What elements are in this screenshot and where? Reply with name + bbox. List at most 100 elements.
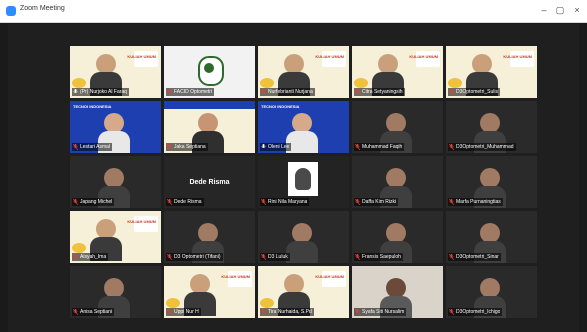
participant-tile[interactable]: KULIAH UMUM Aisyah_Ima [70, 211, 161, 263]
participant-name: Citra Setyaningsih [362, 89, 403, 95]
participant-name-bar: FACID Optometri [166, 88, 215, 96]
participant-name-bar: D3 Optometri (Tifani) [166, 253, 223, 261]
participant-tile[interactable]: KULIAH UMUM Tira Nurhaida, S.Pd [258, 266, 349, 318]
participant-tile[interactable]: Anisa Septiani [70, 266, 161, 318]
video-gallery: KULIAH UMUM (Pr) Nurjoko Al Faraq FACID … [8, 24, 579, 332]
participant-name-bar: D3 Luluk [260, 253, 290, 261]
participant-name: Lestari Asmal [80, 144, 111, 150]
mic-muted-icon [355, 89, 360, 95]
participant-tile[interactable]: D3Optometri_Ichigo [446, 266, 537, 318]
participant-name: Muhammad Faqih [362, 144, 403, 150]
mic-muted-icon [261, 254, 266, 260]
participant-name: FACID Optometri [174, 89, 213, 95]
participant-tile[interactable]: D3 Optometri (Tifani) [164, 211, 255, 263]
participant-name: D3Optometri_Muhammad [456, 144, 514, 150]
participant-name-bar: Anisa Septiani [72, 308, 114, 316]
participant-name-bar: Oleni Lee [260, 143, 292, 151]
participant-name-bar: D3Optometri_Ichigo [448, 308, 503, 316]
participant-name: Japang Michel [80, 199, 113, 205]
participant-name-bar: Citra Setyaningsih [354, 88, 405, 96]
participant-name-bar: (Pr) Nurjoko Al Faraq [72, 88, 129, 96]
mic-muted-icon [355, 254, 360, 260]
participant-tile[interactable]: KULIAH UMUM D3Optometri_Sulis [446, 46, 537, 98]
participant-name: Fransis Saepuloh [362, 254, 401, 260]
participant-name: Nurfebrianti Nurjana [268, 89, 313, 95]
participant-tile[interactable]: D3Optometri_Muhammad [446, 101, 537, 153]
participant-tile[interactable]: Dede Risma Dede Risma [164, 156, 255, 208]
participant-name: D3Optometri_Sulis [456, 89, 498, 95]
participant-name-bar: Japang Michel [72, 198, 115, 206]
participant-tile[interactable]: Marfa Purnaningtias [446, 156, 537, 208]
mic-muted-icon [355, 144, 360, 150]
mic-muted-icon [167, 309, 172, 315]
participant-tile[interactable]: TECNOI INDONESIA Lestari Asmal [70, 101, 161, 153]
participant-tile[interactable]: FACID Optometri [164, 46, 255, 98]
participant-name: Jaka Septiana [174, 144, 206, 150]
maximize-icon[interactable]: ▢ [553, 3, 567, 17]
banner-text: KULIAH UMUM [315, 274, 344, 279]
participant-name-bar: Tira Nurhaida, S.Pd [260, 308, 314, 316]
participant-name-bar: Rini Nila Maryana [260, 198, 310, 206]
mic-muted-icon [73, 199, 78, 205]
close-icon[interactable]: × [570, 3, 584, 17]
participant-tile[interactable]: Muhammad Faqih [352, 101, 443, 153]
mic-muted-icon [73, 309, 78, 315]
participant-name: Rini Nila Maryana [268, 199, 308, 205]
banner-text: KULIAH UMUM [127, 219, 156, 224]
mic-muted-icon [355, 309, 360, 315]
mic-muted-icon [261, 199, 266, 205]
banner-text: TECNOI INDONESIA [261, 104, 300, 109]
participant-name-bar: Daffa Kim Rizki [354, 198, 399, 206]
banner-text: KULIAH UMUM [127, 54, 156, 59]
minimize-icon[interactable]: – [537, 3, 551, 17]
participant-tile[interactable]: KULIAH UMUM Citra Setyaningsih [352, 46, 443, 98]
banner-text: KULIAH UMUM [409, 54, 438, 59]
participant-name-bar: D3Optometri_Muhammad [448, 143, 516, 151]
window-titlebar: Zoom Meeting – ▢ × [0, 0, 587, 23]
banner-text: TECNOI INDONESIA [73, 104, 112, 109]
participant-name: D3Optometri_Sinar [456, 254, 499, 260]
participant-tile[interactable]: Jaka Septiana [164, 101, 255, 153]
participant-name: Tira Nurhaida, S.Pd [268, 309, 312, 315]
mic-muted-icon [167, 254, 172, 260]
participant-name: Marfa Purnaningtias [456, 199, 501, 205]
mic-muted-icon [167, 199, 172, 205]
participant-tile[interactable]: TECNOI INDONESIA Oleni Lee [258, 101, 349, 153]
mic-muted-icon [449, 309, 454, 315]
window-title: Zoom Meeting [20, 5, 65, 12]
participant-name: Dede Risma [174, 199, 202, 205]
mic-muted-icon [73, 144, 78, 150]
participant-name: Aisyah_Ima [80, 254, 107, 260]
mic-muted-icon [73, 254, 78, 260]
mic-muted-icon [167, 89, 172, 95]
participant-tile[interactable]: Syafa Siti Nursalim [352, 266, 443, 318]
participant-name-bar: Syafa Siti Nursalim [354, 308, 407, 316]
participant-name-bar: D3Optometri_Sulis [448, 88, 500, 96]
participant-name-bar: Aisyah_Ima [72, 253, 109, 261]
participant-tile[interactable]: KULIAH UMUM Uppi Nur H [164, 266, 255, 318]
participant-name: Syafa Siti Nursalim [362, 309, 405, 315]
participant-name: Anisa Septiani [80, 309, 112, 315]
mic-muted-icon [355, 199, 360, 205]
mic-muted-icon [167, 144, 172, 150]
participant-name: D3Optometri_Ichigo [456, 309, 501, 315]
participant-tile[interactable]: Rini Nila Maryana [258, 156, 349, 208]
participant-tile[interactable]: D3Optometri_Sinar [446, 211, 537, 263]
participant-tile[interactable]: KULIAH UMUM Nurfebrianti Nurjana [258, 46, 349, 98]
participant-name-bar: Jaka Septiana [166, 143, 208, 151]
participant-tile[interactable]: KULIAH UMUM (Pr) Nurjoko Al Faraq [70, 46, 161, 98]
mic-muted-icon [449, 89, 454, 95]
participant-name-bar: Muhammad Faqih [354, 143, 405, 151]
mic-muted-icon [449, 199, 454, 205]
mic-icon [261, 144, 266, 150]
participant-name: D3 Luluk [268, 254, 288, 260]
mic-icon [73, 89, 78, 95]
participant-name: (Pr) Nurjoko Al Faraq [80, 89, 127, 95]
zoom-app-icon [6, 6, 16, 16]
participant-name: Oleni Lee [268, 144, 290, 150]
participant-tile[interactable]: D3 Luluk [258, 211, 349, 263]
participant-tile[interactable]: Fransis Saepuloh [352, 211, 443, 263]
mic-muted-icon [261, 89, 266, 95]
participant-tile[interactable]: Daffa Kim Rizki [352, 156, 443, 208]
participant-tile[interactable]: Japang Michel [70, 156, 161, 208]
